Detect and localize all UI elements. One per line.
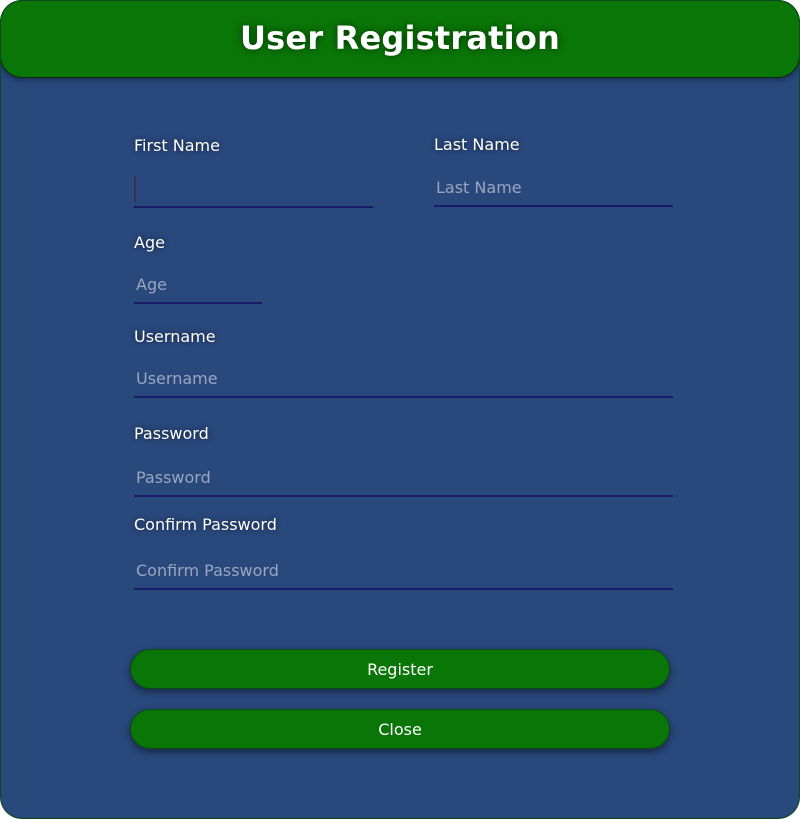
first-name-label: First Name — [134, 136, 220, 155]
registration-window: User Registration First Name Last Name A… — [0, 0, 800, 819]
confirm-password-label: Confirm Password — [134, 515, 277, 534]
last-name-field[interactable] — [434, 169, 673, 207]
page-title: User Registration — [239, 19, 561, 57]
first-name-field[interactable] — [134, 170, 373, 208]
window-border — [0, 0, 800, 819]
close-button[interactable]: Close — [130, 709, 670, 749]
username-input[interactable] — [134, 360, 673, 396]
header-bar: User Registration — [0, 0, 800, 78]
username-label: Username — [134, 327, 216, 346]
username-field[interactable] — [134, 360, 673, 398]
first-name-input[interactable] — [134, 170, 373, 206]
register-button[interactable]: Register — [130, 649, 670, 689]
register-button-label: Register — [367, 659, 433, 679]
close-button-label: Close — [378, 719, 422, 739]
last-name-label: Last Name — [434, 135, 520, 154]
last-name-input[interactable] — [434, 169, 673, 205]
password-field[interactable] — [134, 459, 673, 497]
age-field[interactable] — [134, 266, 262, 304]
confirm-password-field[interactable] — [134, 552, 673, 590]
age-label: Age — [134, 233, 165, 252]
confirm-password-input[interactable] — [134, 552, 673, 588]
password-input[interactable] — [134, 459, 673, 495]
password-label: Password — [134, 424, 209, 443]
age-input[interactable] — [134, 266, 262, 302]
